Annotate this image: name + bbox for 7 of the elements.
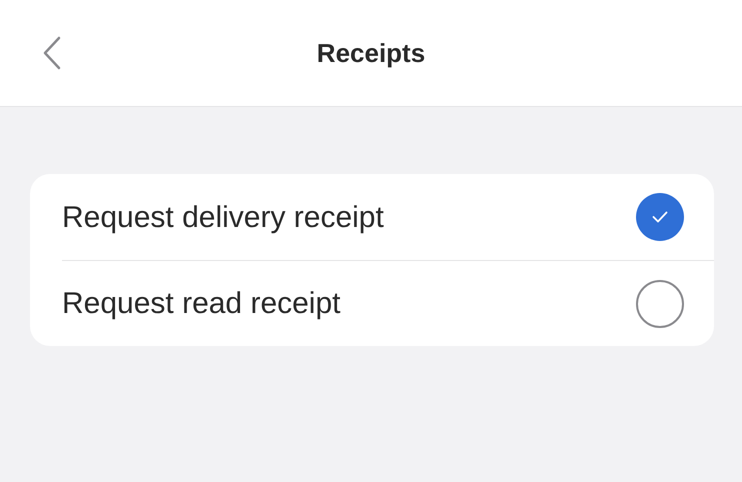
back-icon (42, 36, 62, 70)
checkmark-icon (652, 211, 668, 223)
option-checkbox[interactable] (636, 193, 684, 241)
option-label: Request read receipt (62, 286, 340, 322)
option-checkbox[interactable] (636, 280, 684, 328)
option-label: Request delivery receipt (62, 200, 384, 236)
page-title: Receipts (316, 36, 426, 70)
